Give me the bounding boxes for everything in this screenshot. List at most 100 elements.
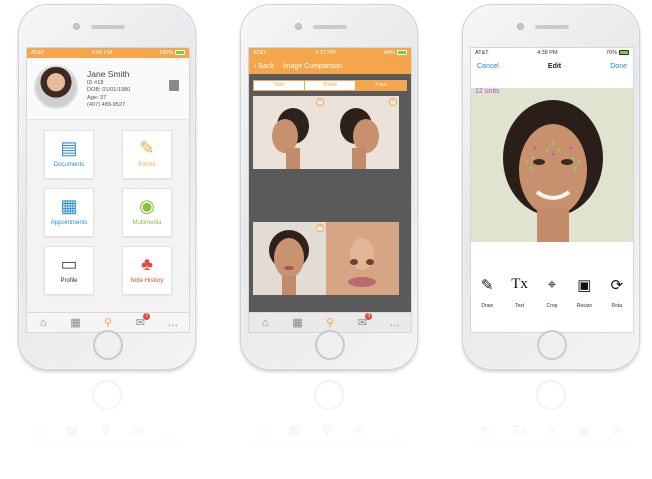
- earpiece-speaker: [535, 25, 569, 29]
- chat-icon[interactable]: ✉ 3: [352, 313, 373, 329]
- phone-frame: AT&T 4:38 PM 76% Cancel Edit Done 12 uni…: [462, 4, 640, 370]
- home-icon[interactable]: ⌂: [255, 317, 275, 329]
- patient-details: ID #18 DOB: 01/01/1980 Age: 37 (407) 489…: [87, 80, 130, 109]
- photo-edit-screen: AT&T 4:38 PM 76% Cancel Edit Done 12 uni…: [470, 47, 634, 333]
- crop-tool[interactable]: ⌖ Crop: [537, 276, 567, 312]
- profile-button[interactable]: ▭ Profile: [44, 246, 94, 295]
- documents-label: Documents: [53, 162, 85, 168]
- tab-bar: ⌂ ▦ ⚲ ✉ 1 …: [27, 312, 189, 332]
- note-history-icon: ♣: [141, 254, 153, 274]
- nav-bar: ‹ Back Image Comparison: [249, 58, 411, 74]
- documents-button[interactable]: ▤ Documents: [44, 130, 94, 179]
- note-history-button[interactable]: ♣ Note History: [122, 246, 172, 295]
- back-label: Back: [258, 62, 274, 70]
- comparison-photo-4[interactable]: [326, 222, 399, 295]
- edit-canvas[interactable]: 12 units: [471, 74, 633, 242]
- patient-phone: (407) 489-9527: [87, 101, 126, 108]
- status-bar: AT&T 3:56 PM 100%: [27, 48, 189, 58]
- phone-reflection: ⌂ ▦ ⚲ ✉…: [240, 374, 418, 474]
- phone-reflection: ✎ Tx ⌖ ▣ ⟳: [462, 374, 640, 474]
- home-button-reflection: [92, 380, 122, 410]
- multimedia-label: Multimedia: [132, 220, 162, 226]
- more-icon[interactable]: …: [163, 317, 183, 329]
- tab-bar-reflection: ⌂ ▦ ⚲ ✉…: [247, 418, 411, 444]
- battery-indicator: 100%: [159, 50, 185, 56]
- carrier-label: AT&T: [31, 50, 45, 56]
- face-photo: [471, 88, 633, 242]
- patient-dob: DOB: 01/01/1980: [87, 87, 131, 94]
- page-title: Image Comparison: [282, 62, 342, 70]
- clock: 4:37 PM: [315, 50, 336, 56]
- note-history-label: Note History: [130, 278, 164, 284]
- patient-photo[interactable]: [471, 88, 633, 242]
- comparison-photo-3[interactable]: +: [253, 222, 326, 295]
- front-camera: [73, 23, 80, 30]
- resize-icon: ▣: [577, 277, 592, 294]
- add-photo-icon[interactable]: +: [316, 224, 324, 232]
- search-icon[interactable]: ⚲: [320, 316, 340, 329]
- resize-tool[interactable]: ▣ Resize: [569, 276, 599, 312]
- appointments-button[interactable]: ▦ Appointments: [44, 188, 94, 237]
- calendar-tab-icon[interactable]: ▦: [288, 316, 308, 329]
- comparison-photo-2[interactable]: +: [326, 96, 399, 169]
- front-camera: [295, 23, 302, 30]
- units-label: 12 units: [475, 88, 500, 95]
- tab-bar: ⌂ ▦ ⚲ ✉ 3 …: [249, 312, 411, 332]
- rotate-icon: ⟳: [610, 277, 624, 294]
- text-label: Text: [514, 303, 525, 309]
- tab-bar-reflection: ⌂ ▦ ⚲ ✉…: [25, 418, 189, 444]
- add-photo-icon[interactable]: +: [389, 98, 397, 106]
- layout-segmented-control: Two Three Four: [253, 80, 407, 91]
- profile-left-photo: [253, 96, 326, 169]
- done-button[interactable]: Done: [610, 63, 627, 70]
- image-comparison-screen: AT&T 4:37 PM 94% ‹ Back Image Comparison…: [248, 47, 412, 333]
- draw-tool[interactable]: ✎ Draw: [472, 276, 502, 312]
- more-icon[interactable]: …: [385, 317, 405, 329]
- comparison-photo-1[interactable]: +: [253, 96, 326, 169]
- text-icon: Tx: [511, 276, 528, 292]
- front-camera: [517, 23, 524, 30]
- forms-button[interactable]: ✎ Forms: [122, 130, 172, 179]
- avatar[interactable]: [34, 65, 78, 109]
- home-button[interactable]: [537, 330, 567, 360]
- home-icon[interactable]: ⌂: [33, 317, 53, 329]
- patient-id: ID #18: [87, 80, 104, 86]
- cancel-button[interactable]: Cancel: [477, 63, 499, 70]
- appointments-label: Appointments: [50, 220, 88, 226]
- resize-label: Resize: [576, 303, 592, 309]
- home-button[interactable]: [93, 330, 123, 360]
- search-icon[interactable]: ⚲: [98, 316, 118, 329]
- calendar-tab-icon[interactable]: ▦: [66, 316, 86, 329]
- crop-icon: ⌖: [547, 276, 557, 293]
- earpiece-speaker: [313, 25, 347, 29]
- status-bar: AT&T 4:37 PM 94%: [249, 48, 411, 58]
- home-button[interactable]: [315, 330, 345, 360]
- patient-name: Jane Smith: [87, 69, 130, 79]
- nose-closeup-photo: [326, 222, 399, 295]
- camera-icon: ◉: [139, 196, 155, 216]
- forms-icon: ✎: [139, 138, 155, 158]
- id-card-icon[interactable]: [169, 80, 179, 91]
- segment-four[interactable]: Four: [356, 81, 406, 90]
- draw-label: Draw: [481, 303, 494, 309]
- text-tool[interactable]: Tx Text: [505, 276, 535, 312]
- status-bar: AT&T 4:38 PM 76%: [471, 48, 633, 58]
- patient-dashboard-screen: AT&T 3:56 PM 100% Jane Smith ID #18 DOB:…: [26, 47, 190, 333]
- documents-icon: ▤: [60, 138, 78, 158]
- notification-badge: 3: [365, 313, 373, 320]
- chat-icon[interactable]: ✉ 1: [130, 313, 151, 329]
- rotate-label: Rota: [611, 303, 623, 309]
- add-photo-icon[interactable]: +: [316, 98, 324, 106]
- segment-two[interactable]: Two: [254, 81, 305, 90]
- multimedia-button[interactable]: ◉ Multimedia: [122, 188, 172, 237]
- carrier-label: AT&T: [475, 50, 489, 56]
- battery-indicator: 94%: [384, 50, 407, 56]
- patient-header: Jane Smith ID #18 DOB: 01/01/1980 Age: 3…: [27, 58, 189, 120]
- frontal-face-photo: [253, 222, 326, 295]
- back-button[interactable]: ‹ Back: [254, 63, 274, 70]
- battery-icon: [619, 50, 629, 56]
- patient-age: Age: 37: [87, 94, 107, 101]
- profile-card-icon: ▭: [60, 254, 78, 274]
- segment-three[interactable]: Three: [305, 81, 356, 90]
- rotate-tool[interactable]: ⟳ Rota: [602, 276, 632, 312]
